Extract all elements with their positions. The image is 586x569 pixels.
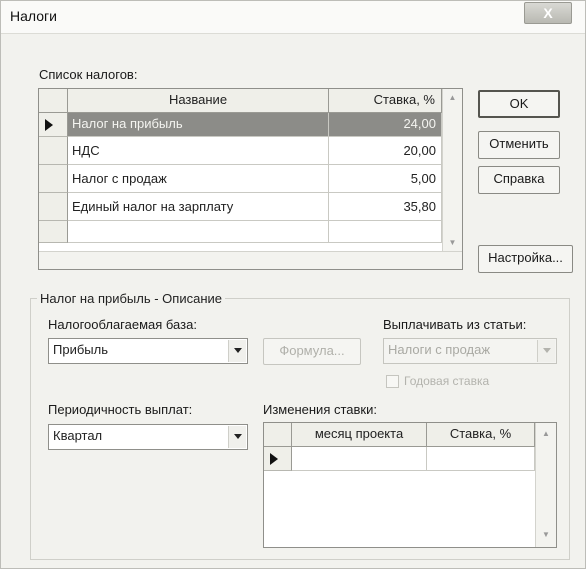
pay-from-select[interactable]: Налоги с продаж (383, 338, 557, 364)
tax-base-value: Прибыль (53, 342, 108, 357)
table-row-rate[interactable]: 5,00 (329, 165, 442, 193)
table-row-rate[interactable] (427, 447, 535, 471)
table-row-rate[interactable]: 35,80 (329, 193, 442, 221)
ok-button[interactable]: OK (478, 90, 560, 118)
row-selector[interactable] (39, 193, 68, 221)
row-selector[interactable] (39, 137, 68, 165)
taxes-dialog: Налоги X Список налогов: Название Ставка… (0, 0, 586, 569)
row-pointer-icon (45, 119, 53, 131)
column-header-name[interactable]: Название (68, 89, 329, 113)
window-title: Налоги (10, 8, 57, 24)
column-header-month[interactable]: месяц проекта (292, 423, 427, 447)
tax-base-select[interactable]: Прибыль (48, 338, 248, 364)
scroll-down-arrow[interactable]: ▼ (443, 238, 462, 247)
row-selector[interactable] (39, 113, 68, 137)
periodicity-value: Квартал (53, 428, 103, 443)
column-header-rate[interactable]: Ставка, % (427, 423, 535, 447)
chevron-down-icon[interactable] (228, 426, 246, 448)
row-selector[interactable] (39, 221, 68, 243)
scroll-up-arrow[interactable]: ▲ (536, 429, 556, 438)
pay-from-value: Налоги с продаж (388, 342, 491, 357)
row-selector[interactable] (264, 447, 292, 471)
table-row-rate[interactable]: 24,00 (329, 113, 442, 137)
table-row-name[interactable]: Налог с продаж (68, 165, 329, 193)
chevron-down-icon[interactable] (537, 340, 555, 362)
rate-changes-label: Изменения ставки: (263, 402, 377, 417)
grid-corner (264, 423, 292, 447)
tax-list-scrollbar[interactable]: ▲ ▼ (442, 89, 462, 251)
chevron-down-icon[interactable] (228, 340, 246, 362)
settings-button[interactable]: Настройка... (478, 245, 573, 273)
periodicity-label: Периодичность выплат: (48, 402, 193, 417)
help-button[interactable]: Справка (478, 166, 560, 194)
close-button[interactable]: X (524, 2, 572, 24)
annual-rate-checkbox[interactable] (386, 375, 399, 388)
formula-button[interactable]: Формула... (263, 338, 361, 365)
table-row-empty[interactable] (68, 221, 329, 243)
pay-from-label: Выплачивать из статьи: (383, 317, 527, 332)
table-row-empty[interactable] (329, 221, 442, 243)
tax-list-hscrollbar[interactable] (39, 251, 462, 269)
close-icon: X (543, 5, 553, 21)
tax-base-label: Налогооблагаемая база: (48, 317, 197, 332)
tax-list-label: Список налогов: (39, 67, 138, 82)
rate-changes-scrollbar[interactable]: ▲ ▼ (535, 423, 556, 547)
table-row-rate[interactable]: 20,00 (329, 137, 442, 165)
row-selector[interactable] (39, 165, 68, 193)
table-row-name[interactable]: Налог на прибыль (68, 113, 329, 137)
title-bar: Налоги X (1, 1, 585, 34)
description-title: Налог на прибыль - Описание (37, 291, 225, 306)
cancel-button[interactable]: Отменить (478, 131, 560, 159)
periodicity-select[interactable]: Квартал (48, 424, 248, 450)
column-header-rate[interactable]: Ставка, % (329, 89, 442, 113)
scroll-down-arrow[interactable]: ▼ (536, 530, 556, 539)
scroll-up-arrow[interactable]: ▲ (443, 93, 462, 102)
grid-corner (39, 89, 68, 113)
table-row-name[interactable]: Единый налог на зарплату (68, 193, 329, 221)
rate-changes-grid[interactable]: месяц проекта Ставка, % ▲ ▼ (263, 422, 557, 548)
table-row-month[interactable] (292, 447, 427, 471)
annual-rate-label: Годовая ставка (404, 374, 490, 388)
tax-list-grid[interactable]: Название Ставка, % Налог на прибыль 24,0… (38, 88, 463, 270)
row-pointer-icon (270, 453, 278, 465)
table-row-name[interactable]: НДС (68, 137, 329, 165)
